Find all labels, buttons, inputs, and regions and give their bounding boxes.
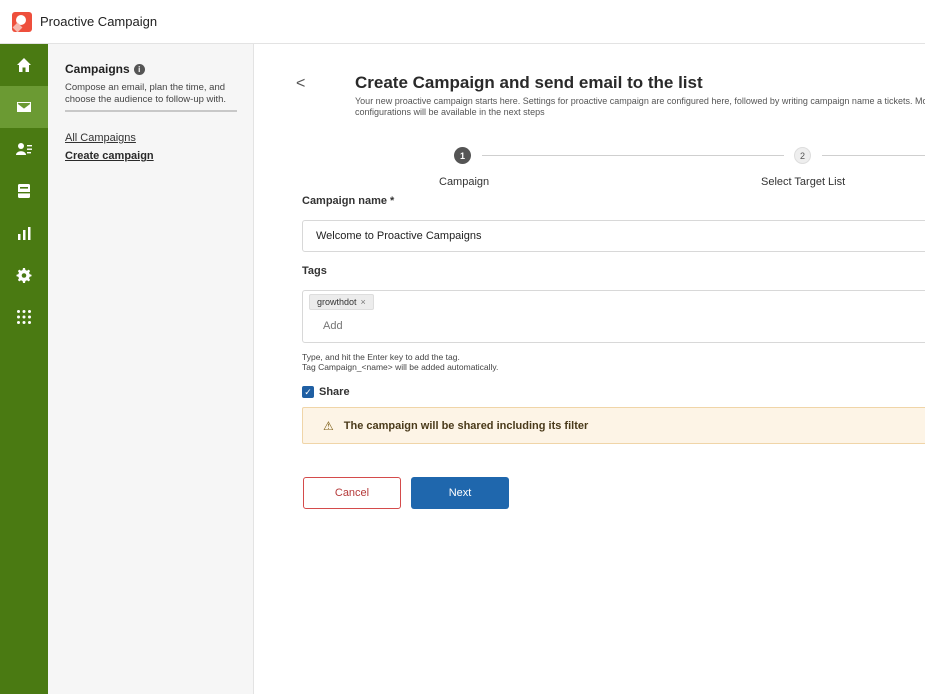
tags-label: Tags: [302, 265, 327, 277]
share-warning-banner: ⚠ The campaign will be shared including …: [302, 407, 925, 444]
gear-icon[interactable]: [0, 254, 48, 296]
campaign-name-label: Campaign name *: [302, 195, 395, 207]
sidebar-heading: Campaigns i: [65, 62, 236, 76]
main-content: < Create Campaign and send email to the …: [255, 44, 925, 694]
warning-text: The campaign will be shared including it…: [343, 419, 589, 432]
tag-add-input[interactable]: [323, 320, 523, 332]
sidebar-description: Compose an email, plan the time, and cho…: [65, 82, 227, 105]
sidebar-link-all-campaigns[interactable]: All Campaigns: [65, 132, 236, 144]
tags-helper-line-1: Type, and hit the Enter key to add the t…: [302, 352, 460, 362]
step-2-number[interactable]: 2: [794, 147, 811, 164]
top-bar: Proactive Campaign: [0, 0, 925, 44]
tag-chip-label: growthdot: [317, 297, 357, 307]
tag-chip: growthdot ×: [309, 294, 374, 310]
app-logo-icon: [12, 11, 32, 32]
tag-remove-icon[interactable]: ×: [361, 297, 366, 307]
step-connector: [822, 155, 925, 156]
next-button[interactable]: Next: [411, 477, 509, 509]
share-checkbox[interactable]: ✓: [302, 386, 314, 398]
tags-helper-line-2: Tag Campaign_<name> will be added automa…: [302, 362, 499, 372]
home-icon[interactable]: [0, 44, 48, 86]
tags-field[interactable]: growthdot ×: [302, 290, 925, 343]
page-title: Create Campaign and send email to the li…: [355, 73, 703, 92]
sidebar-divider: [65, 110, 237, 112]
info-icon[interactable]: i: [133, 63, 145, 75]
contacts-icon[interactable]: [0, 128, 48, 170]
share-row[interactable]: ✓ Share: [302, 386, 350, 398]
share-label[interactable]: Share: [319, 386, 350, 398]
warning-icon: ⚠: [323, 418, 334, 433]
campaign-name-input[interactable]: Welcome to Proactive Campaigns: [302, 220, 925, 252]
apps-grid-icon[interactable]: [0, 296, 48, 338]
chart-icon[interactable]: [0, 212, 48, 254]
app-title: Proactive Campaign: [40, 14, 158, 29]
sidebar-link-create-campaign[interactable]: Create campaign: [65, 150, 236, 162]
sidebar-title: Campaigns: [65, 62, 130, 76]
campaigns-sidebar: Campaigns i Compose an email, plan the t…: [48, 44, 254, 694]
stepper: 1 2 Campaign Select Target List: [255, 147, 925, 197]
mail-icon[interactable]: [0, 86, 48, 128]
step-1-label: Campaign: [439, 176, 490, 188]
page-subtitle: Your new proactive campaign starts here.…: [355, 96, 925, 117]
step-2-label: Select Target List: [761, 176, 846, 188]
nav-rail: [0, 44, 48, 694]
step-connector: [482, 155, 784, 156]
cancel-button[interactable]: Cancel: [303, 477, 401, 509]
step-1-number[interactable]: 1: [454, 147, 471, 164]
back-button[interactable]: <: [296, 75, 305, 93]
inbox-icon[interactable]: [0, 170, 48, 212]
tags-helper-text: Type, and hit the Enter key to add the t…: [302, 352, 498, 372]
